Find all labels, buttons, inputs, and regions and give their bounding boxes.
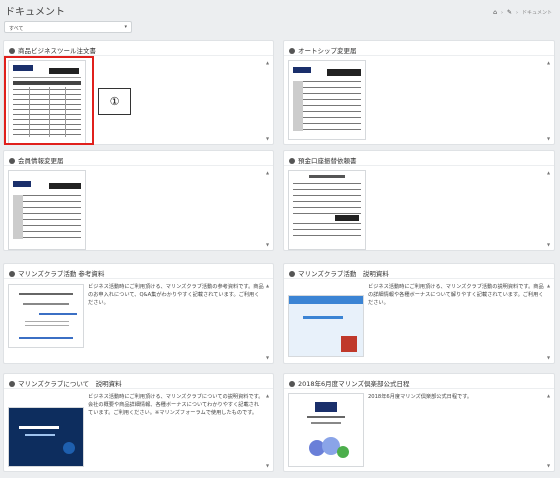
schedule-preview <box>307 402 349 458</box>
card-description: ビジネス活動時にご利用頂ける、マリンズクラブについての説明資料です。会社の概要や… <box>88 394 264 417</box>
scrollbar[interactable]: ▲ ▼ <box>547 60 552 141</box>
card-title: マリンズクラブについて 説明資料 <box>18 380 122 388</box>
presentation-preview <box>289 296 363 356</box>
card-description: ビジネス活動時にご利用頂ける、マリンズクラブ活動の参考資料です。商品のお申入れに… <box>88 284 264 307</box>
globe-icon <box>289 158 295 164</box>
category-filter-select[interactable]: すべて ▾ <box>4 21 132 33</box>
globe-icon <box>9 381 15 387</box>
scrollbar[interactable]: ▲ ▼ <box>266 60 271 141</box>
document-thumbnail[interactable] <box>288 60 366 140</box>
document-thumbnail[interactable] <box>8 407 84 467</box>
document-thumbnail[interactable] <box>8 170 86 250</box>
document-card[interactable]: マリンズクラブ活動 説明資料 ビジネス活動時にご利用頂ける、マリンズクラブ活動の… <box>283 263 555 364</box>
document-card[interactable]: オートシップ変更届 ▲ ▼ <box>283 40 555 145</box>
document-thumbnail[interactable] <box>288 393 364 467</box>
scrollbar[interactable]: ▲ ▼ <box>547 393 552 468</box>
document-card[interactable]: 会員情報変更届 ▲ ▼ <box>3 150 274 251</box>
document-card[interactable]: 預金口座振替依頼書 ▲ ▼ <box>283 150 555 251</box>
highlight-box <box>4 56 94 145</box>
about-club-preview <box>9 408 83 466</box>
card-title: 商品ビジネスツール注文書 <box>18 47 96 55</box>
reference-material-preview <box>19 293 77 339</box>
callout-number: ① <box>98 88 131 115</box>
document-card[interactable]: マリンズクラブ活動 参考資料 ビジネス活動時にご利用頂ける、マリンズクラブ活動の… <box>3 263 274 364</box>
globe-icon <box>289 381 295 387</box>
card-title: 預金口座振替依頼書 <box>298 157 357 165</box>
card-title: マリンズクラブ活動 説明資料 <box>298 270 389 278</box>
card-title: オートシップ変更届 <box>298 47 357 55</box>
autoship-form-preview <box>293 67 361 131</box>
card-title: マリンズクラブ活動 参考資料 <box>18 270 105 278</box>
scrollbar[interactable]: ▲ ▼ <box>547 170 552 247</box>
scrollbar[interactable]: ▲ ▼ <box>266 283 271 360</box>
breadcrumb-current: ドキュメント <box>521 10 552 16</box>
globe-icon <box>9 271 15 277</box>
scrollbar[interactable]: ▲ ▼ <box>547 283 552 360</box>
globe-icon <box>9 158 15 164</box>
breadcrumb-separator: › <box>515 9 518 16</box>
home-icon[interactable]: ⌂ <box>493 9 497 16</box>
card-description: ビジネス活動時にご利用頂ける、マリンズクラブ活動の説明資料です。商品の詳細情報や… <box>368 284 544 307</box>
member-form-preview <box>13 181 81 239</box>
document-card[interactable]: 2018年6月度マリンズ倶楽部公式日程 2018年6月度マリンズ倶楽部公式日程で… <box>283 373 555 472</box>
scrollbar[interactable]: ▲ ▼ <box>266 393 271 468</box>
card-description: 2018年6月度マリンズ倶楽部公式日程です。 <box>368 394 473 400</box>
document-thumbnail[interactable] <box>288 295 364 357</box>
globe-icon <box>289 48 295 54</box>
document-thumbnail[interactable] <box>288 170 366 250</box>
globe-icon <box>289 271 295 277</box>
category-filter-value: すべて <box>9 26 24 32</box>
scrollbar[interactable]: ▲ ▼ <box>266 170 271 247</box>
page-title: ドキュメント <box>5 7 65 18</box>
wrench-icon[interactable]: ✎ <box>507 9 512 16</box>
chevron-down-icon: ▾ <box>124 24 127 30</box>
document-thumbnail[interactable] <box>8 284 84 348</box>
globe-icon <box>9 48 15 54</box>
breadcrumb-separator: › <box>500 9 503 16</box>
document-card[interactable]: マリンズクラブについて 説明資料 ビジネス活動時にご利用頂ける、マリンズクラブに… <box>3 373 274 472</box>
breadcrumb: ⌂ › ✎ › ドキュメント <box>493 9 552 16</box>
bank-transfer-form-preview <box>293 175 361 236</box>
card-title: 2018年6月度マリンズ倶楽部公式日程 <box>298 380 410 388</box>
card-title: 会員情報変更届 <box>18 157 64 165</box>
